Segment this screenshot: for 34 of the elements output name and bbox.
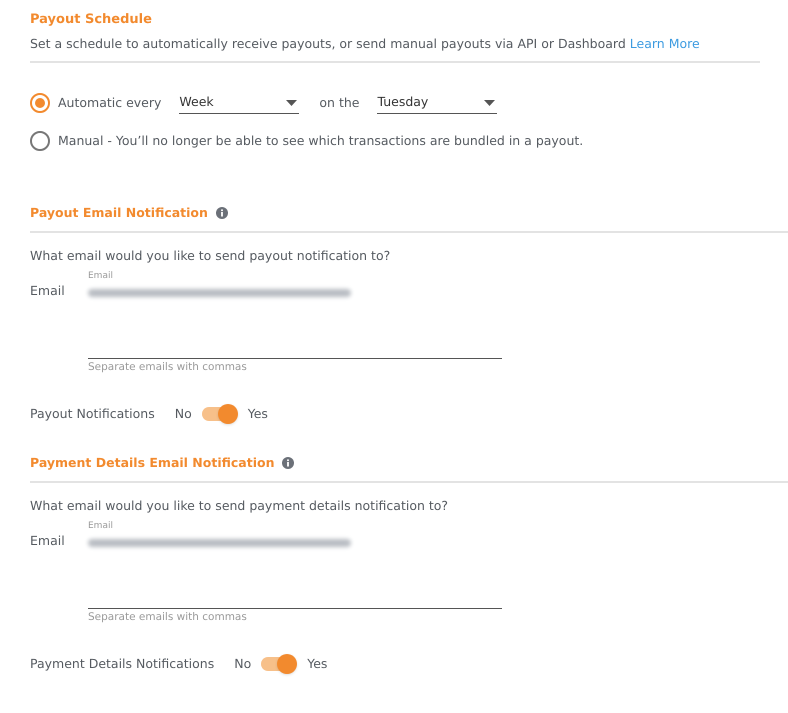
connector-text: on the <box>319 94 360 112</box>
section-title: Payout Schedule <box>30 11 153 29</box>
option-label: Automatic every <box>58 94 162 112</box>
hint-text: Separate emails with commas <box>88 610 248 624</box>
radio-button[interactable] <box>30 131 50 151</box>
toggle-switch[interactable] <box>202 404 238 424</box>
description-text: Set a schedule to automatically receive payouts, or send manual payouts via API or Dashboard <box>30 35 626 53</box>
question-text: What email would you like to send payout notification to? <box>30 247 392 265</box>
off-label: No <box>234 654 252 673</box>
learn-more-link[interactable]: Learn More <box>630 35 700 53</box>
toggle-label: Payout Notifications <box>30 404 155 423</box>
off-label: No <box>174 404 192 423</box>
question-text: What email would you like to send payment details notification to? <box>30 497 450 515</box>
option-label: Manual - You’ll no longer be able to see which transactions are bundled in a payout. <box>58 132 584 150</box>
toggle-label: Payment Details Notifications <box>30 654 214 673</box>
hint-text: Separate emails with commas <box>88 360 248 374</box>
on-label: Yes <box>307 654 328 673</box>
caret-icon <box>484 100 496 106</box>
caret-icon <box>286 100 298 106</box>
frequency-select[interactable]: Week <box>179 92 300 114</box>
section-title: Payout Email Notification <box>30 204 208 222</box>
field-label: Email <box>30 282 66 300</box>
toggle-switch[interactable] <box>261 654 298 674</box>
floating-label: Email <box>88 520 113 532</box>
section-title: Payment Details Email Notification <box>30 454 274 472</box>
radio-button[interactable] <box>30 93 50 113</box>
email-field[interactable]: Email <box>88 269 502 359</box>
day-select[interactable]: Tuesday <box>377 92 498 114</box>
field-label: Email <box>30 532 66 550</box>
floating-label: Email <box>88 270 113 282</box>
info-icon <box>216 207 228 219</box>
info-icon <box>282 457 294 469</box>
on-label: Yes <box>248 404 268 423</box>
email-field[interactable]: Email <box>88 519 502 609</box>
